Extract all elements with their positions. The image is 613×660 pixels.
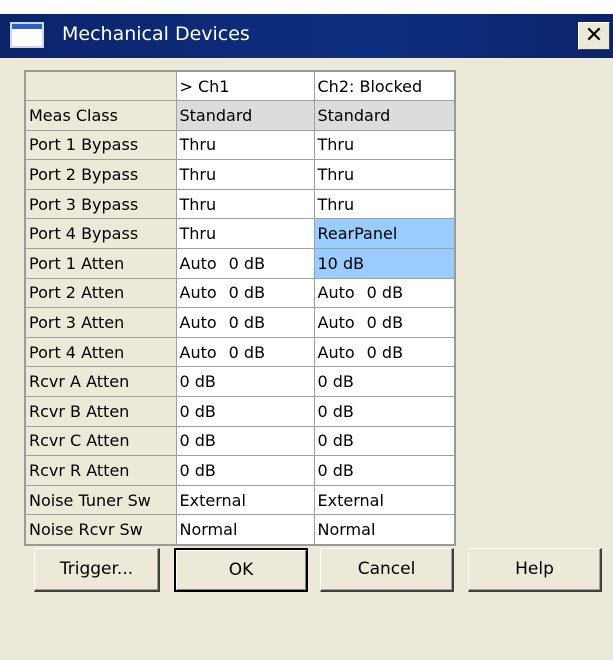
table-row: Port 3 Atten Auto 0 dB Auto 0 dB — [24, 307, 456, 338]
cell-ch1[interactable]: 0 dB — [175, 396, 315, 427]
table-row: Port 1 Bypass Thru Thru — [24, 129, 456, 161]
cell-ch1[interactable]: Thru — [175, 218, 315, 250]
cell-ch2[interactable]: Thru — [313, 188, 456, 220]
atten-mode: Auto — [317, 283, 355, 303]
atten-value: 0 dB — [228, 253, 266, 273]
column-header-ch1[interactable]: > Ch1 — [175, 70, 315, 102]
corner-cell — [24, 70, 177, 102]
cell-ch1[interactable]: Auto 0 dB — [175, 277, 315, 309]
cell-ch1[interactable]: Thru — [175, 188, 315, 220]
row-label: Port 3 Atten — [24, 307, 177, 338]
cell-ch2: Standard — [313, 100, 456, 131]
cell-ch2[interactable]: 0 dB — [313, 455, 456, 486]
cell-ch1[interactable]: Auto 0 dB — [175, 307, 315, 338]
cell-ch2[interactable]: Auto 0 dB — [313, 277, 456, 309]
table-row: Port 3 Bypass Thru Thru — [24, 188, 456, 220]
row-label: Meas Class — [24, 100, 177, 131]
ok-button[interactable]: OK — [174, 548, 308, 592]
title-bar: Mechanical Devices ✕ — [0, 14, 613, 58]
table-row: Port 4 Atten Auto 0 dB Auto 0 dB — [24, 336, 456, 368]
atten-mode: Auto — [179, 283, 217, 303]
atten-value: 0 dB — [228, 313, 266, 333]
table-row: Port 2 Bypass Thru Thru — [24, 159, 456, 190]
cell-ch2[interactable]: 0 dB — [313, 366, 456, 398]
row-label: Port 1 Atten — [24, 248, 177, 279]
table-row: Meas Class Standard Standard — [24, 100, 456, 131]
cell-ch1[interactable]: Thru — [175, 159, 315, 190]
row-label: Rcvr B Atten — [24, 396, 177, 427]
cell-ch2[interactable]: 0 dB — [313, 425, 456, 457]
row-label: Rcvr R Atten — [24, 455, 177, 486]
cell-ch1: Standard — [175, 100, 315, 131]
table-row: Port 4 Bypass Thru RearPanel — [24, 218, 456, 250]
table-row: Rcvr B Atten 0 dB 0 dB — [24, 396, 456, 427]
cell-ch1[interactable]: External — [175, 484, 315, 516]
row-label: Rcvr A Atten — [24, 366, 177, 398]
table-row: Port 2 Atten Auto 0 dB Auto 0 dB — [24, 277, 456, 309]
cell-ch2[interactable]: External — [313, 484, 456, 516]
atten-mode: Auto — [179, 313, 217, 333]
row-label: Port 2 Atten — [24, 277, 177, 309]
row-label: Port 2 Bypass — [24, 159, 177, 190]
window-title: Mechanical Devices — [62, 23, 250, 45]
help-button[interactable]: Help — [468, 548, 602, 592]
atten-value: 0 dB — [228, 342, 266, 362]
row-label: Rcvr C Atten — [24, 425, 177, 457]
atten-value: 0 dB — [366, 313, 404, 333]
atten-mode: Auto — [317, 342, 355, 362]
row-label: Port 4 Atten — [24, 336, 177, 368]
cell-ch2[interactable]: Thru — [313, 159, 456, 190]
cell-ch1[interactable]: 0 dB — [175, 366, 315, 398]
cell-ch1[interactable]: 0 dB — [175, 455, 315, 486]
devices-grid: > Ch1 Ch2: Blocked Meas Class Standard S… — [24, 70, 456, 546]
cell-ch2[interactable]: Normal — [313, 514, 456, 545]
cell-ch1[interactable]: Thru — [175, 129, 315, 161]
cell-ch2[interactable]: 0 dB — [313, 396, 456, 427]
table-row: Noise Tuner Sw External External — [24, 484, 456, 516]
cell-ch2-selected[interactable]: 10 dB — [313, 248, 456, 279]
cell-ch1[interactable]: 0 dB — [175, 425, 315, 457]
atten-value: 0 dB — [228, 283, 266, 303]
table-row: Rcvr C Atten 0 dB 0 dB — [24, 425, 456, 457]
trigger-button[interactable]: Trigger... — [34, 548, 160, 592]
cell-ch2[interactable]: Auto 0 dB — [313, 336, 456, 368]
row-label: Port 4 Bypass — [24, 218, 177, 250]
cell-ch1[interactable]: Auto 0 dB — [175, 248, 315, 279]
table-row: Rcvr A Atten 0 dB 0 dB — [24, 366, 456, 398]
header-row: > Ch1 Ch2: Blocked — [24, 70, 456, 102]
cell-ch1[interactable]: Normal — [175, 514, 315, 545]
table-row: Rcvr R Atten 0 dB 0 dB — [24, 455, 456, 486]
table-row: Noise Rcvr Sw Normal Normal — [24, 514, 456, 545]
close-button[interactable]: ✕ — [578, 22, 610, 50]
atten-value: 0 dB — [366, 283, 404, 303]
atten-mode: Auto — [317, 313, 355, 333]
cell-ch2[interactable]: Thru — [313, 129, 456, 161]
cell-ch2-selected[interactable]: RearPanel — [313, 218, 456, 250]
table-row: Port 1 Atten Auto 0 dB 10 dB — [24, 248, 456, 279]
row-label: Port 1 Bypass — [24, 129, 177, 161]
cancel-button[interactable]: Cancel — [320, 548, 454, 592]
cell-ch2[interactable]: Auto 0 dB — [313, 307, 456, 338]
atten-mode: Auto — [179, 253, 217, 273]
cell-ch1[interactable]: Auto 0 dB — [175, 336, 315, 368]
atten-mode: Auto — [179, 342, 217, 362]
row-label: Noise Rcvr Sw — [24, 514, 177, 545]
column-header-ch2[interactable]: Ch2: Blocked — [313, 70, 456, 102]
close-icon: ✕ — [584, 23, 604, 48]
window-icon — [10, 22, 44, 48]
row-label: Port 3 Bypass — [24, 188, 177, 220]
row-label: Noise Tuner Sw — [24, 484, 177, 516]
atten-value: 0 dB — [366, 342, 404, 362]
